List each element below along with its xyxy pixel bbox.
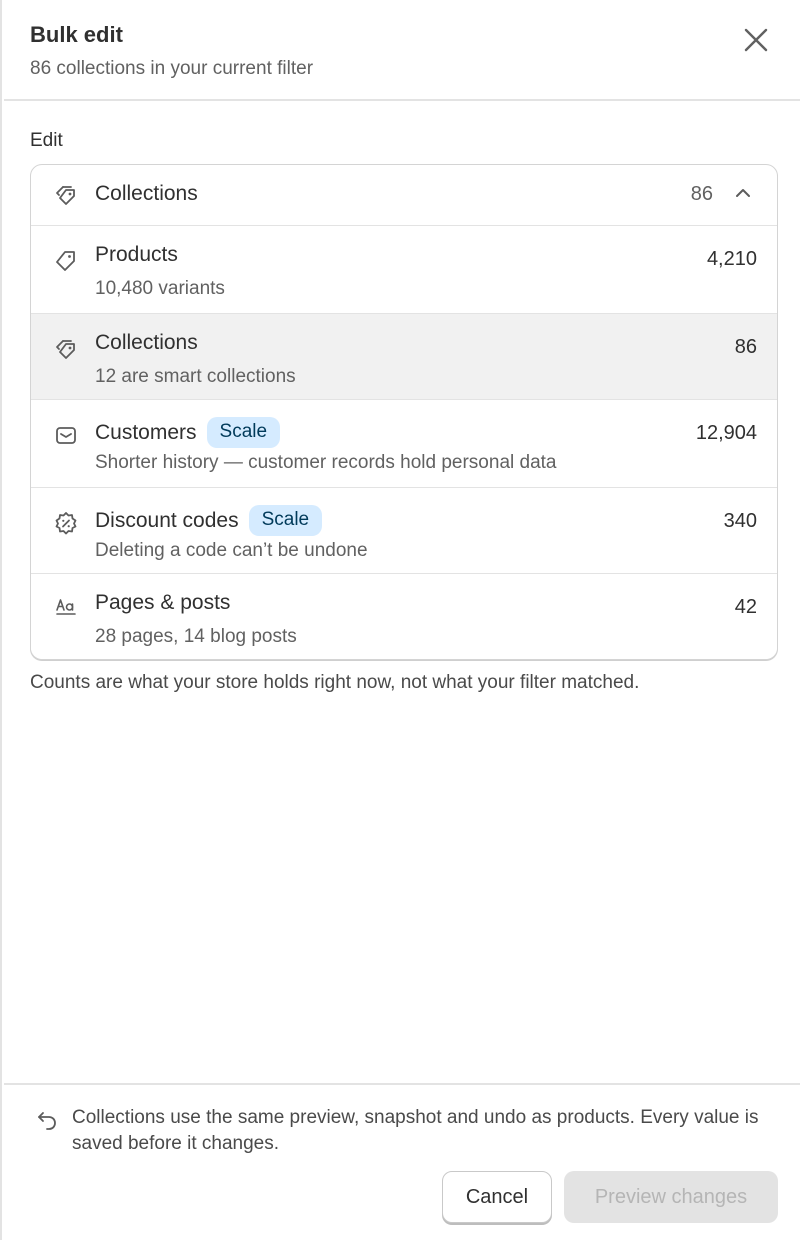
undo-icon	[36, 1109, 58, 1136]
list-item-label-text: Discount codes	[95, 508, 239, 532]
section-label: Edit	[30, 130, 63, 151]
panel-subtitle: 86 collections in your current filter	[30, 58, 314, 79]
resource-type-list: Collections 86 Products 10,480 variants …	[30, 164, 778, 660]
list-item-label-text: Customers	[95, 420, 197, 444]
product-tag-icon	[53, 248, 79, 274]
list-item-count: 340	[723, 510, 757, 532]
close-icon	[742, 26, 770, 54]
panel-header: Bulk edit 86 collections in your current…	[4, 0, 800, 101]
list-item-products[interactable]: Products 10,480 variants 4,210	[31, 226, 777, 314]
bulk-edit-panel: Bulk edit 86 collections in your current…	[0, 0, 800, 1240]
counts-footnote: Counts are what your store holds right n…	[30, 672, 640, 693]
collections-tag-icon	[53, 336, 79, 362]
list-item-collections[interactable]: Collections 12 are smart collections 86	[31, 314, 777, 400]
preview-changes-button[interactable]: Preview changes	[564, 1171, 778, 1223]
customer-envelope-icon	[53, 422, 79, 448]
list-item-count: 42	[734, 596, 757, 618]
list-item-label: Products	[95, 243, 178, 266]
undo-info-text: Collections use the same preview, snapsh…	[72, 1107, 759, 1154]
chevron-up-icon	[733, 183, 753, 208]
selector-label: Collections	[95, 182, 198, 205]
scale-badge: Scale	[206, 417, 281, 448]
collections-tag-icon	[53, 182, 79, 208]
panel-footer: Collections use the same preview, snapsh…	[4, 1083, 800, 1240]
cancel-button[interactable]: Cancel	[442, 1171, 552, 1223]
list-item-count: 86	[734, 336, 757, 358]
selector-count: 86	[690, 183, 713, 205]
list-item-description: 10,480 variants	[95, 278, 225, 299]
list-item-label: Pages & posts	[95, 591, 231, 614]
list-item-customers[interactable]: Customers Scale Shorter history — custom…	[31, 400, 777, 488]
panel-title: Bulk edit	[30, 22, 123, 47]
list-item-label: Collections	[95, 331, 198, 354]
resource-type-selector[interactable]: Collections 86	[31, 165, 777, 226]
list-item-description: Shorter history — customer records hold …	[95, 452, 557, 473]
list-item-count: 4,210	[706, 248, 757, 270]
list-item-count: 12,904	[695, 422, 757, 444]
list-item-discount-codes[interactable]: Discount codes Scale Deleting a code can…	[31, 488, 777, 574]
list-item-description: 28 pages, 14 blog posts	[95, 626, 297, 647]
discount-icon	[53, 510, 79, 536]
list-item-description: Deleting a code can’t be undone	[95, 540, 368, 561]
list-item-pages-posts[interactable]: Pages & posts 28 pages, 14 blog posts 42	[31, 574, 777, 659]
list-item-description: 12 are smart collections	[95, 366, 296, 387]
scale-badge: Scale	[248, 505, 323, 536]
close-button[interactable]	[742, 26, 770, 54]
list-item-label: Customers Scale	[95, 417, 281, 448]
text-icon	[53, 594, 79, 620]
list-item-label: Discount codes Scale	[95, 505, 323, 536]
